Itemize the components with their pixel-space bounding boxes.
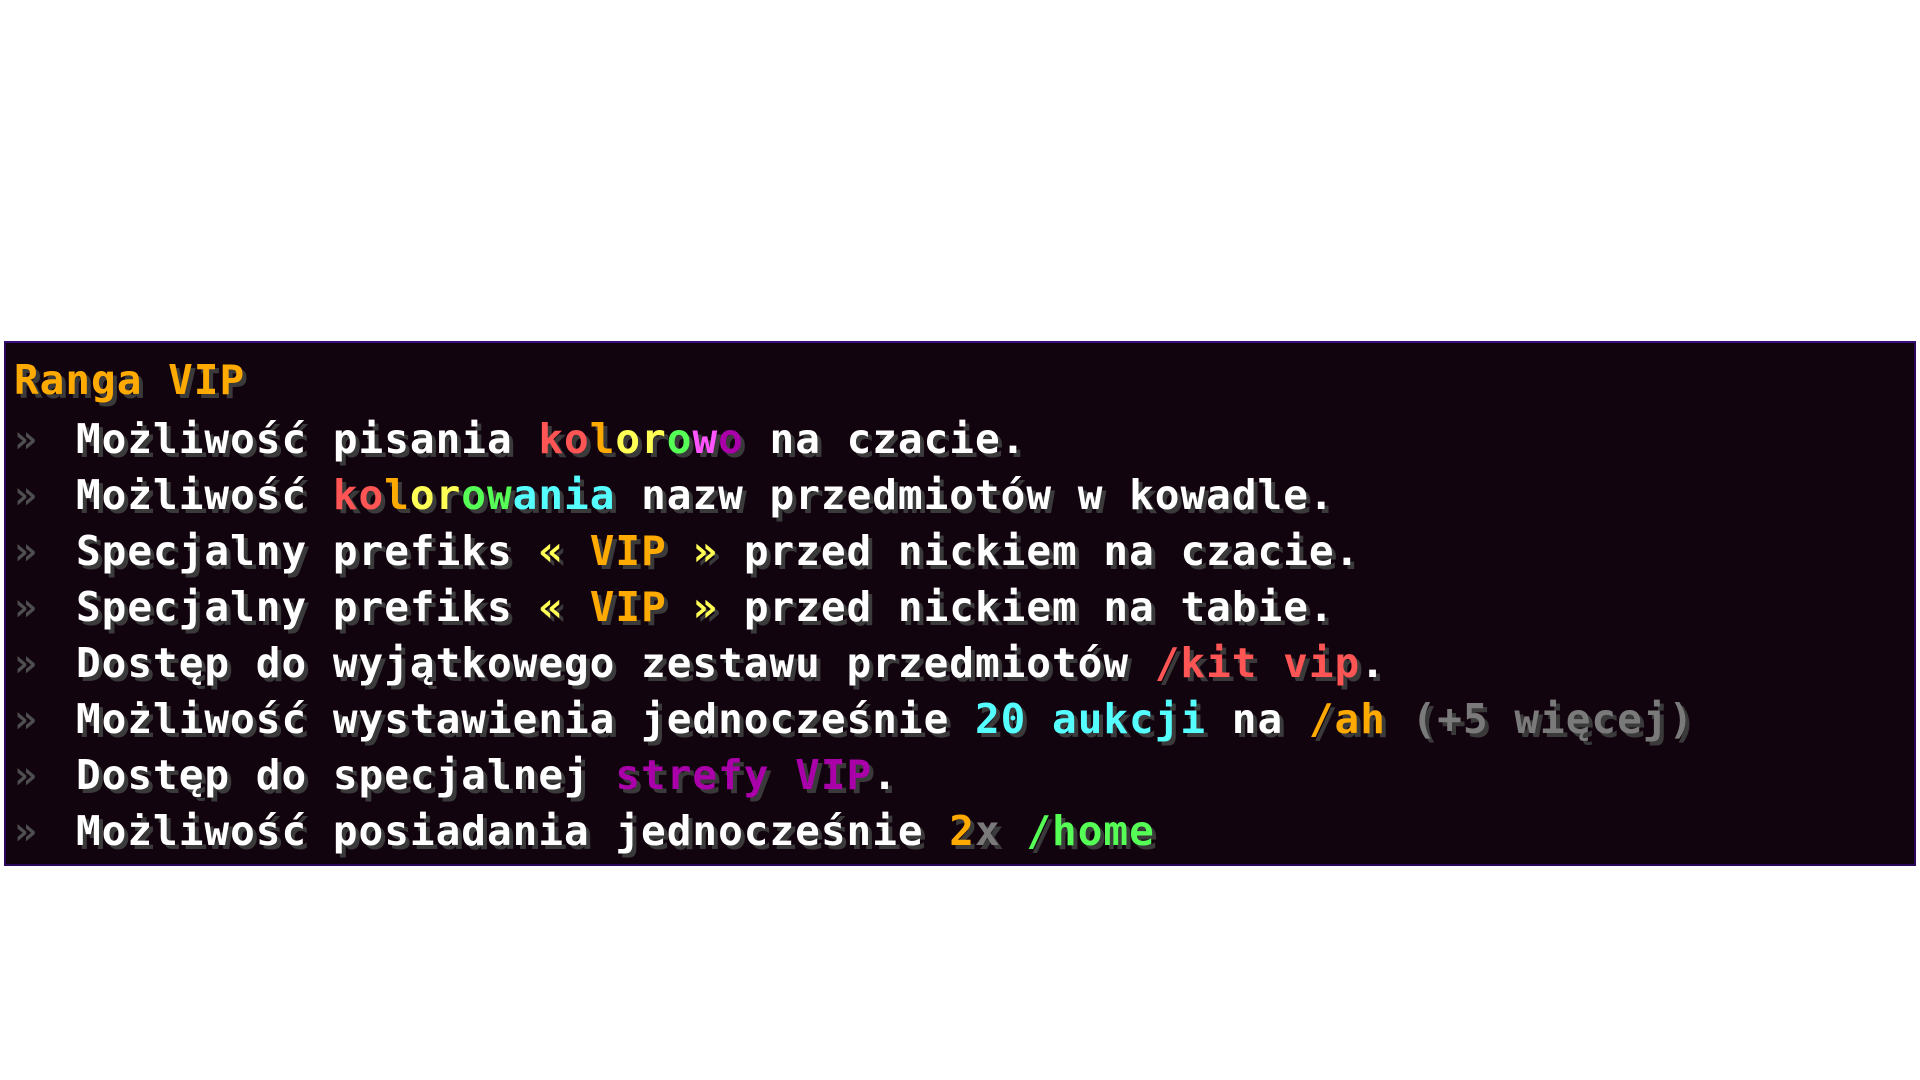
perk-text-segment: or xyxy=(409,471,462,519)
perk-line: » Specjalny prefiks « VIP » przed nickiem… xyxy=(14,523,1906,579)
perk-text-segment: . xyxy=(872,751,898,799)
perk-text-segment: Możliwość pisania xyxy=(76,415,539,463)
perk-text: Możliwość kolorowania nazw przedmiotów w… xyxy=(76,467,1335,523)
perk-text: Dostęp do wyjątkowego zestawu przedmiotó… xyxy=(76,635,1386,691)
bullet-icon: » xyxy=(14,809,38,853)
bullet-icon: » xyxy=(14,697,38,741)
perk-text-segment: » xyxy=(666,527,719,575)
perk-text-segment: 20 aukcji xyxy=(974,695,1207,743)
perk-text-segment: . xyxy=(1360,639,1386,687)
perk-text-segment: x xyxy=(974,807,1001,855)
perk-text-segment: 2 xyxy=(949,807,975,855)
perk-text: Możliwość wystawienia jednocześnie 20 au… xyxy=(76,691,1694,747)
bullet-icon: » xyxy=(14,529,38,573)
perk-text-segment: ko xyxy=(332,471,385,519)
perk-text-segment: Specjalny prefiks xyxy=(76,527,539,575)
perk-text-segment: przed nickiem na czacie. xyxy=(718,527,1361,575)
perk-text-segment: VIP xyxy=(589,583,667,631)
perk-text-segment: l xyxy=(384,471,410,519)
perk-text-segment: /home xyxy=(1026,807,1155,855)
perk-text: Możliwość pisania kolorowo na czacie. xyxy=(76,411,1026,467)
perk-text-segment: w xyxy=(486,471,513,519)
perk-text-segment: (+5 więcej) xyxy=(1385,695,1695,743)
perk-line: » Możliwość kolorowania nazw przedmiotów … xyxy=(14,467,1906,523)
perk-list: » Możliwość pisania kolorowo na czacie.» M… xyxy=(14,411,1906,859)
bullet-icon: » xyxy=(14,585,38,629)
bullet-icon: » xyxy=(14,417,38,461)
perk-text-segment: na czacie. xyxy=(743,415,1027,463)
perk-text-segment: » xyxy=(666,583,719,631)
perk-line: » Możliwość posiadania jednocześnie 2x /h… xyxy=(14,803,1906,859)
tooltip-title: Ranga VIP xyxy=(14,356,246,404)
perk-text-segment: /kit vip xyxy=(1154,639,1361,687)
perk-text-segment: a xyxy=(512,471,539,519)
perk-line: » Możliwość pisania kolorowo na czacie. xyxy=(14,411,1906,467)
perk-text-segment: Możliwość wystawienia jednocześnie xyxy=(76,695,975,743)
perk-text-segment: nia xyxy=(538,471,616,519)
perk-text-segment: or xyxy=(615,415,667,463)
perk-text-segment: Specjalny prefiks xyxy=(76,583,539,631)
perk-text-segment xyxy=(1001,807,1027,855)
rank-tooltip: Ranga VIP » Możliwość pisania kolorowo na… xyxy=(4,341,1916,866)
perk-text-segment: Dostęp do wyjątkowego zestawu przedmiotó… xyxy=(76,639,1155,687)
perk-text-segment: w xyxy=(692,415,719,463)
perk-text-segment: Możliwość posiadania jednocześnie xyxy=(76,807,950,855)
perk-text-segment: przed nickiem na tabie. xyxy=(718,583,1335,631)
bullet-icon: » xyxy=(14,753,38,797)
perk-line: » Dostęp do wyjątkowego zestawu przedmiot… xyxy=(14,635,1906,691)
perk-text: Dostęp do specjalnej strefy VIP. xyxy=(76,747,898,803)
perk-line: » Specjalny prefiks « VIP » przed nickiem… xyxy=(14,579,1906,635)
perk-text: Specjalny prefiks « VIP » przed nickiem … xyxy=(76,523,1360,579)
perk-text-segment: nazw przedmiotów w kowadle. xyxy=(615,471,1335,519)
perk-text-segment: /ah xyxy=(1308,695,1386,743)
perk-text-segment: o xyxy=(666,415,693,463)
perk-text: Specjalny prefiks « VIP » przed nickiem … xyxy=(76,579,1335,635)
perk-line: » Dostęp do specjalnej strefy VIP. xyxy=(14,747,1906,803)
perk-line: » Możliwość wystawienia jednocześnie 20 a… xyxy=(14,691,1906,747)
perk-text-segment: ko xyxy=(538,415,590,463)
perk-text-segment: Dostęp do specjalnej xyxy=(76,751,616,799)
perk-text-segment: o xyxy=(461,471,487,519)
perk-text-segment: « xyxy=(538,583,590,631)
perk-text-segment: « xyxy=(538,527,590,575)
perk-text: Możliwość posiadania jednocześnie 2x /ho… xyxy=(76,803,1155,859)
perk-text-segment: Możliwość xyxy=(76,471,333,519)
bullet-icon: » xyxy=(14,641,38,685)
perk-text-segment: strefy VIP xyxy=(615,751,873,799)
perk-text-segment: o xyxy=(718,415,744,463)
perk-text-segment: VIP xyxy=(589,527,667,575)
perk-text-segment: l xyxy=(589,415,616,463)
perk-text-segment: na xyxy=(1206,695,1309,743)
bullet-icon: » xyxy=(14,473,38,517)
